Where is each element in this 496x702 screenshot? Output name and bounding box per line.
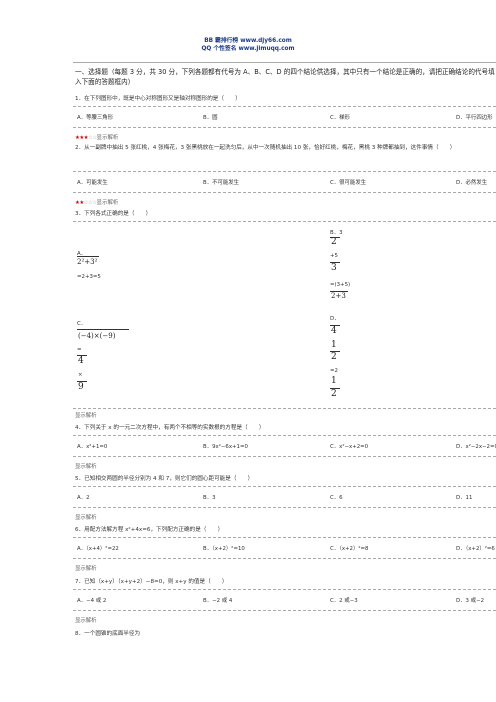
difficulty-stars: ★★★	[75, 135, 89, 141]
header-divider	[73, 62, 496, 63]
q1-difficulty-hint[interactable]: ★★★☆☆显示解析	[75, 133, 118, 141]
question-1-text: 1．在下列图形中，既是中心对称图形又是轴对称图形的是（ ）	[75, 96, 241, 102]
q4-option-c[interactable]: C．x²−x+2=0	[330, 442, 368, 450]
question-5-text: 5．已知相交两圆的半径分别为 4 和 7，则它们的圆心距可能是（ ）	[75, 476, 254, 482]
q3-d-numerator-1: 1	[331, 340, 337, 350]
section-instructions: 一、选择题（每题 3 分，共 30 分，下列各题都有代号为 A、B、C、D 的四…	[75, 68, 495, 86]
q1-option-a[interactable]: A．等腰三角形	[77, 113, 113, 121]
show-analysis-link[interactable]: 显示解析	[97, 135, 119, 141]
q3-b-sqrt-2: 2	[331, 237, 337, 247]
question-7-text: 7．已知（x+y）（x+y+2）−8=0，则 x+y 的值是（ ）	[75, 579, 228, 585]
question-6-options	[73, 537, 496, 559]
difficulty-empty-stars: ☆☆	[88, 135, 97, 141]
q7-option-b[interactable]: B．−2 或 4	[203, 596, 232, 604]
q5-option-b[interactable]: B．3	[203, 493, 216, 501]
q1-option-d[interactable]: D．平行四边形	[456, 113, 493, 121]
q3-c-times: ×	[78, 372, 83, 378]
question-5-options	[73, 486, 496, 508]
q3-d-sqrt-4: 4	[331, 326, 337, 336]
q4-option-b[interactable]: B．9x²−6x+1=0	[203, 442, 248, 450]
q5-show-analysis[interactable]: 显示解析	[75, 513, 97, 521]
q6-option-a[interactable]: A．（x+4）²=22	[77, 544, 119, 552]
q3-b-sqrt-sum: 2+3	[331, 292, 346, 300]
q4-show-analysis[interactable]: 显示解析	[75, 462, 97, 470]
q7-option-c[interactable]: C．2 或−3	[330, 596, 358, 604]
difficulty-empty-stars: ☆☆☆	[83, 200, 98, 206]
q3-d-numerator-2: 1	[331, 376, 337, 386]
q3-c-sqrt-bar	[77, 329, 129, 330]
question-3-options	[73, 221, 496, 409]
q3-a-sqrt-bar	[77, 256, 99, 257]
q6-show-analysis[interactable]: 显示解析	[75, 564, 97, 572]
question-4-options	[73, 435, 496, 457]
q7-option-a[interactable]: A．−4 或 2	[77, 596, 106, 604]
question-7-options	[73, 589, 496, 611]
q2-option-c[interactable]: C．很可能发生	[330, 178, 366, 186]
q1-option-b[interactable]: B．圆	[203, 113, 217, 121]
q3-b-sqrt-3: 3	[331, 263, 337, 273]
q6-option-c[interactable]: C．（x+2）²=8	[330, 544, 368, 552]
q3-c-expression: (−4)×(−9)	[78, 332, 116, 340]
q3-option-b-label[interactable]: B．3	[330, 228, 343, 236]
q3-b-bar-1	[330, 237, 340, 238]
q1-option-c[interactable]: C．梯形	[330, 113, 350, 121]
q3-b-eq: =(3+5)	[330, 282, 351, 288]
q3-d-denominator-2: 2	[331, 352, 337, 362]
question-1-options	[73, 106, 496, 128]
q7-option-d[interactable]: D．3 或−2	[456, 596, 484, 604]
q4-option-a[interactable]: A．x²+1=0	[77, 442, 107, 450]
q3-c-eq: =	[77, 347, 82, 353]
q3-option-d-label[interactable]: D．	[330, 314, 340, 322]
q3-option-c-label[interactable]: C．	[77, 319, 86, 327]
question-2-options	[73, 171, 496, 193]
q5-option-a[interactable]: A．2	[77, 493, 90, 501]
q5-option-c[interactable]: C．6	[330, 493, 343, 501]
q4-option-d[interactable]: D．x²−2x−2=0	[456, 442, 496, 450]
q3-a-result: =2+3=5	[77, 274, 101, 280]
q3-d-eq: =2	[330, 368, 338, 374]
q6-option-b[interactable]: B．（x+2）²=10	[203, 544, 245, 552]
q3-show-analysis[interactable]: 显示解析	[75, 411, 97, 419]
q3-b-plus: +5	[330, 253, 338, 259]
q3-c-sqrt-4: 4	[78, 356, 84, 366]
q2-option-d[interactable]: D．必然发生	[456, 178, 487, 186]
q2-option-b[interactable]: B．不可能发生	[203, 178, 239, 186]
question-8-text: 8．一个圆锥的底面半径为	[75, 631, 141, 637]
show-analysis-link[interactable]: 显示解析	[97, 200, 119, 206]
question-3-text: 3．下列各式正确的是（ ）	[75, 211, 152, 217]
question-6-text: 6．用配方法解方程 x²+4x=6，下列配方正确的是（ ）	[75, 527, 224, 533]
q7-show-analysis[interactable]: 显示解析	[75, 616, 97, 624]
q3-a-expression: 2²+3²	[77, 258, 98, 266]
site-header-line-2[interactable]: QQ 个性签名 www.jimuqq.com	[0, 43, 496, 52]
q6-option-d[interactable]: D．（x+2）²=6	[456, 544, 495, 552]
q2-option-a[interactable]: A．可能发生	[77, 178, 108, 186]
difficulty-stars: ★★	[75, 200, 84, 206]
question-4-text: 4．下列关于 x 的一元二次方程中，有两个不相等的实数根的方程是（ ）	[75, 425, 265, 431]
q5-option-d[interactable]: D．11	[456, 493, 472, 501]
q3-c-sqrt-9: 9	[78, 382, 84, 392]
q2-difficulty-hint[interactable]: ★★☆☆☆显示解析	[75, 198, 118, 206]
q3-d-denominator-2b: 2	[331, 389, 337, 399]
question-2-text: 2．从一副牌中抽出 5 张红桃，4 张梅花，3 张黑桃放在一起洗匀后，从中一次随…	[75, 145, 456, 151]
